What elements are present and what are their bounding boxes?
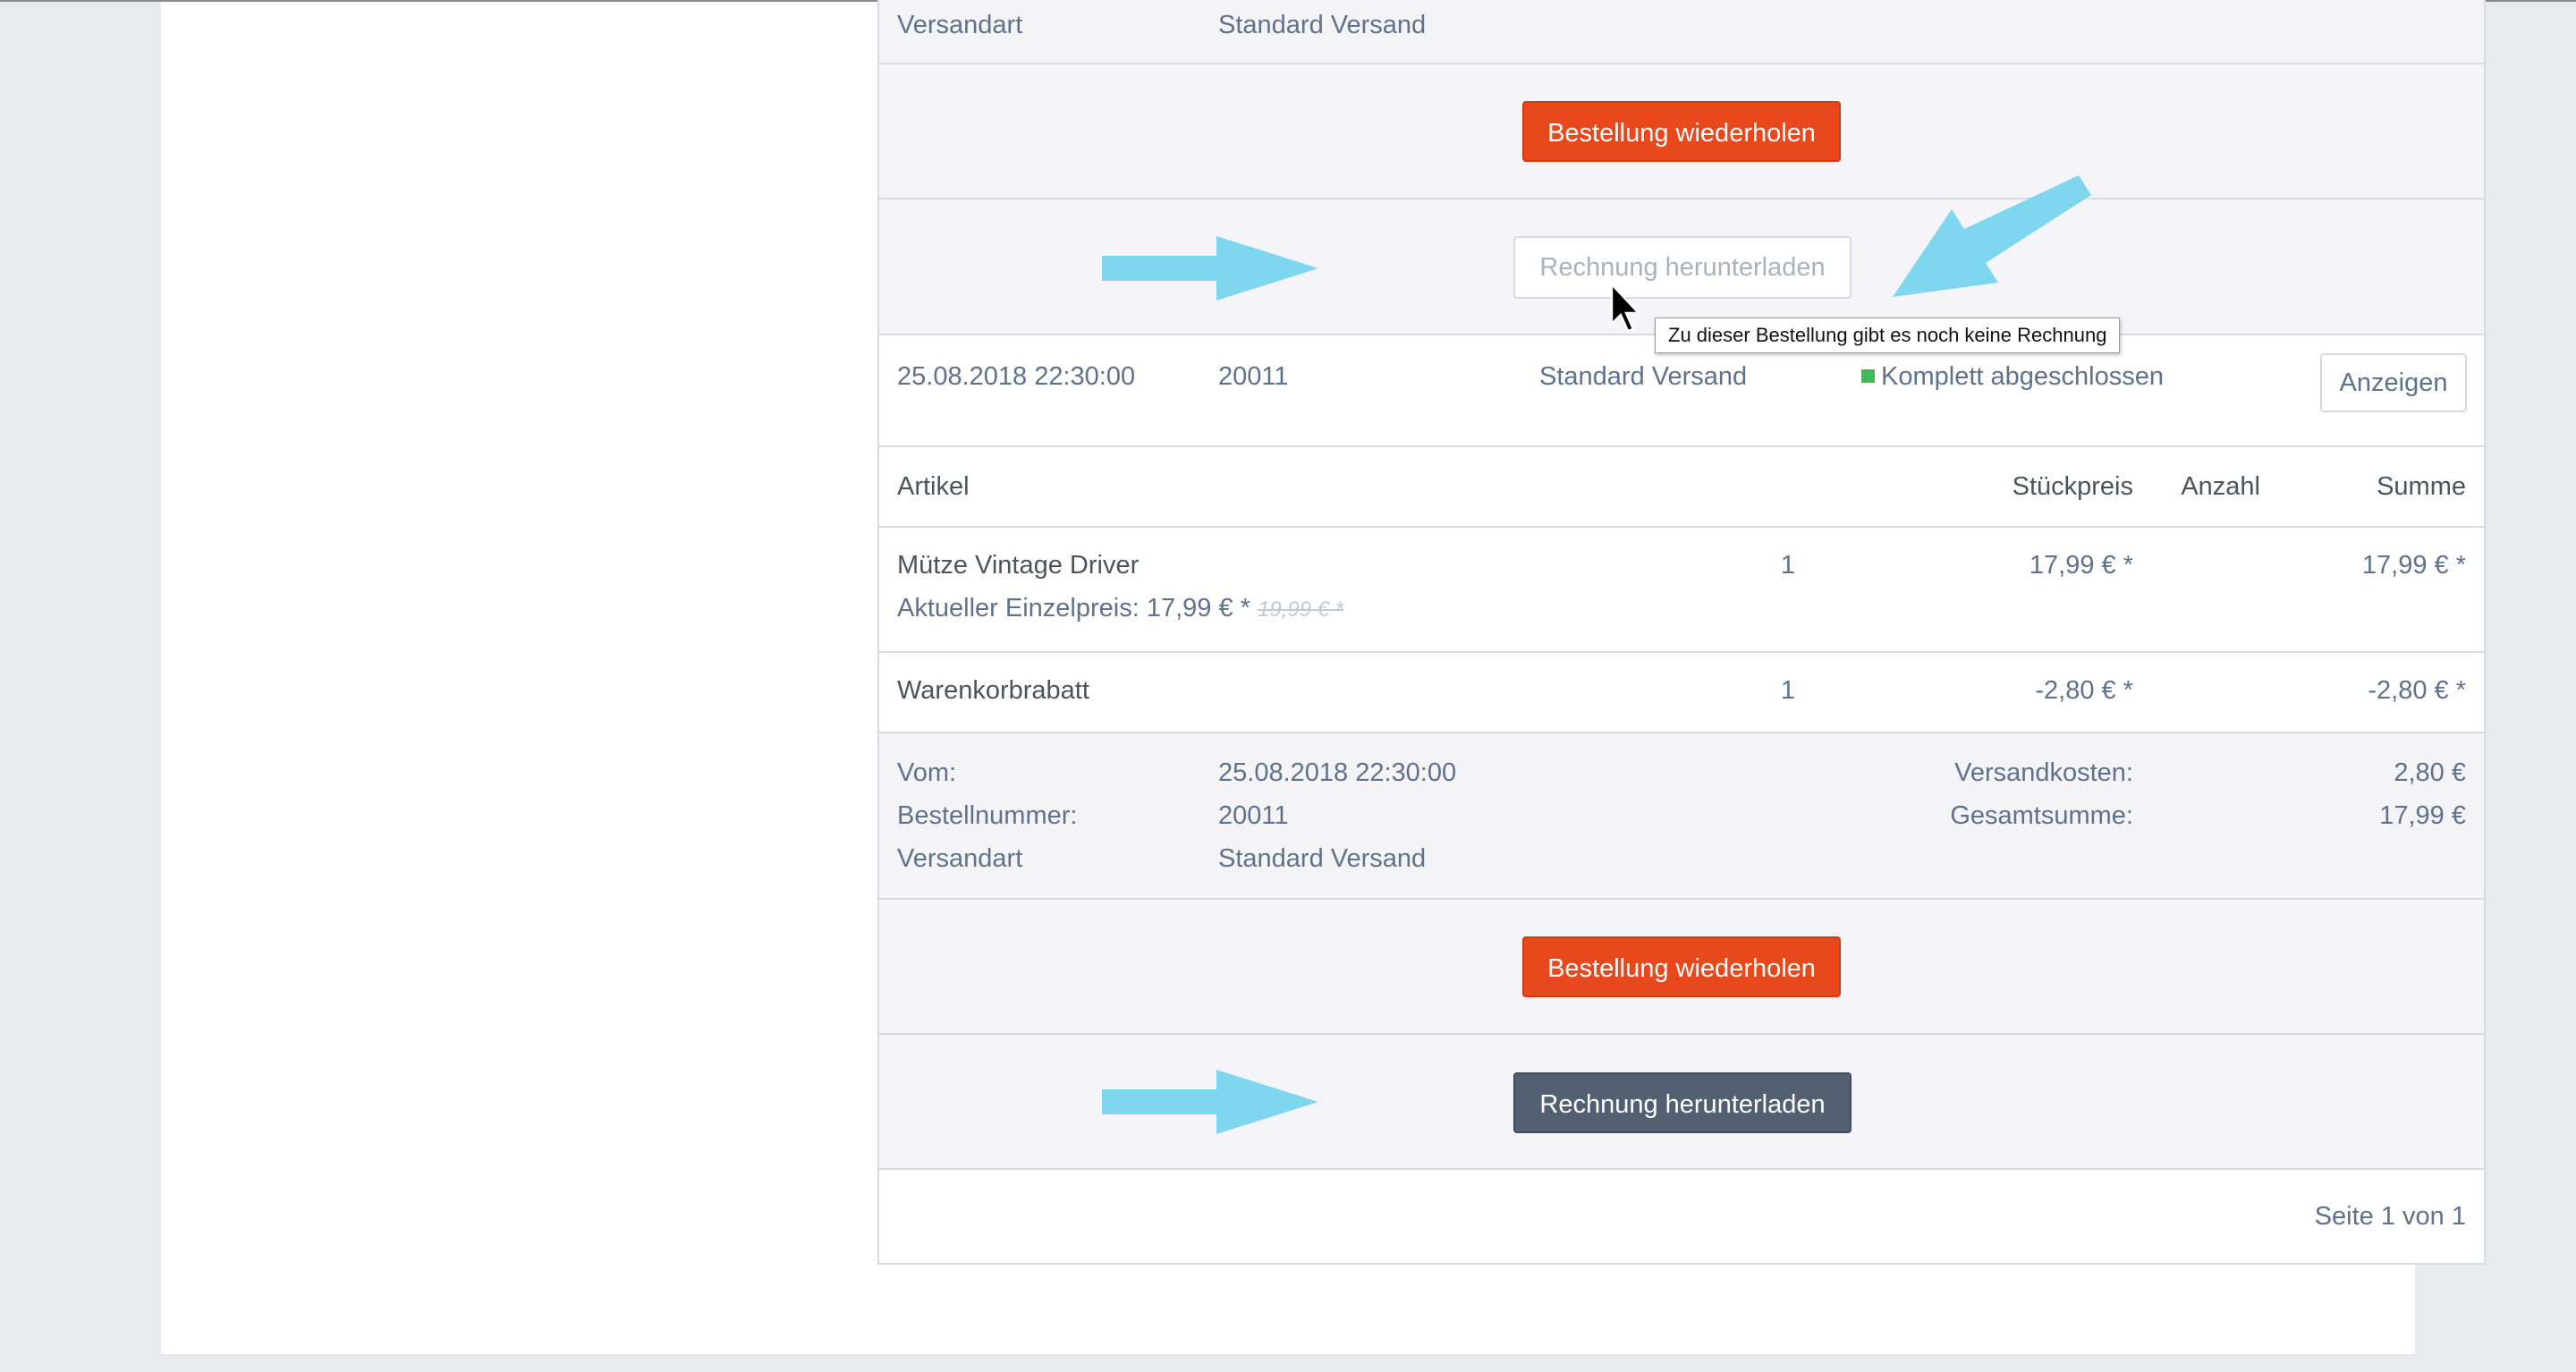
- summary-shipping-value: Standard Versand: [1218, 844, 1427, 873]
- summary-date-label: Vom:: [897, 758, 957, 787]
- article-unit-price: 17,99 € *: [2029, 551, 2133, 580]
- summary-date-value: 25.08.2018 22:30:00: [1218, 758, 1457, 787]
- order-date: 25.08.2018 22:30:00: [897, 362, 1136, 391]
- download-invoice-button-disabled[interactable]: Rechnung herunterladen: [1513, 236, 1852, 299]
- total-value: 17,99 €: [2379, 801, 2466, 830]
- annotation-arrow-icon: [1893, 175, 2091, 297]
- repeat-order-section: Bestellung wiederholen: [879, 900, 2484, 1035]
- annotation-arrow-icon: [1102, 236, 1318, 301]
- annotation-arrow-icon: [1102, 1070, 1318, 1134]
- summary-number-label: Bestellnummer:: [897, 801, 1078, 830]
- summary-number-value: 20011: [1218, 801, 1289, 830]
- pagination: Seite 1 von 1: [879, 1170, 2484, 1263]
- show-order-button[interactable]: Anzeigen: [2320, 353, 2467, 412]
- previous-order-summary: Versandart Standard Versand: [879, 0, 2484, 64]
- article-qty: 1: [1780, 676, 1796, 705]
- article-name: Warenkorbrabatt: [897, 676, 1089, 705]
- article-sum: -2,80 € *: [2368, 676, 2466, 705]
- previous-order-repeat-section: Bestellung wiederholen: [879, 64, 2484, 199]
- article-current-price: Aktueller Einzelpreis: 17,99 € * 19,99 €…: [897, 592, 1343, 626]
- col-unit-price: Stückpreis: [2012, 472, 2133, 501]
- article-unit-price: -2,80 € *: [2035, 676, 2133, 705]
- pagination-label: Seite 1 von 1: [2314, 1202, 2466, 1231]
- order-number: 20011: [1218, 362, 1289, 391]
- article-name[interactable]: Mütze Vintage Driver: [897, 549, 1139, 581]
- repeat-order-button[interactable]: Bestellung wiederholen: [1522, 101, 1841, 162]
- order-table-header: Artikel Anzahl Stückpreis Summe: [879, 447, 2484, 528]
- article-sum: 17,99 € *: [2361, 551, 2466, 580]
- shipping-cost-value: 2,80 €: [2394, 758, 2466, 787]
- table-row: Warenkorbrabatt 1 -2,80 € * -2,80 € *: [879, 653, 2484, 733]
- article-qty: 1: [1780, 551, 1796, 580]
- download-invoice-button[interactable]: Rechnung herunterladen: [1513, 1072, 1852, 1133]
- table-row: Mütze Vintage Driver Aktueller Einzelpre…: [879, 528, 2484, 653]
- total-label: Gesamtsumme:: [1950, 801, 2133, 830]
- status-indicator: [1861, 369, 1875, 383]
- shipping-cost-label: Versandkosten:: [1954, 758, 2133, 787]
- mouse-cursor-icon: [1610, 283, 1641, 333]
- summary-shipping-label: Versandart: [897, 844, 1023, 873]
- current-price-label: Aktueller Einzelpreis: 17,99 € *: [897, 594, 1250, 622]
- order-summary: Vom: 25.08.2018 22:30:00 Bestellnummer: …: [879, 733, 2484, 900]
- repeat-order-button[interactable]: Bestellung wiederholen: [1522, 936, 1841, 997]
- order-shipping: Standard Versand: [1539, 362, 1748, 391]
- invoice-tooltip: Zu dieser Bestellung gibt es noch keine …: [1655, 318, 2121, 353]
- col-sum: Summe: [2377, 472, 2466, 501]
- old-price: 19,99 € *: [1258, 597, 1344, 622]
- order-status: Komplett abgeschlossen: [1881, 362, 2164, 391]
- shipping-value: Standard Versand: [1218, 11, 1427, 39]
- col-article: Artikel: [897, 472, 970, 501]
- shipping-label: Versandart: [897, 11, 1023, 39]
- col-qty: Anzahl: [2181, 472, 2260, 501]
